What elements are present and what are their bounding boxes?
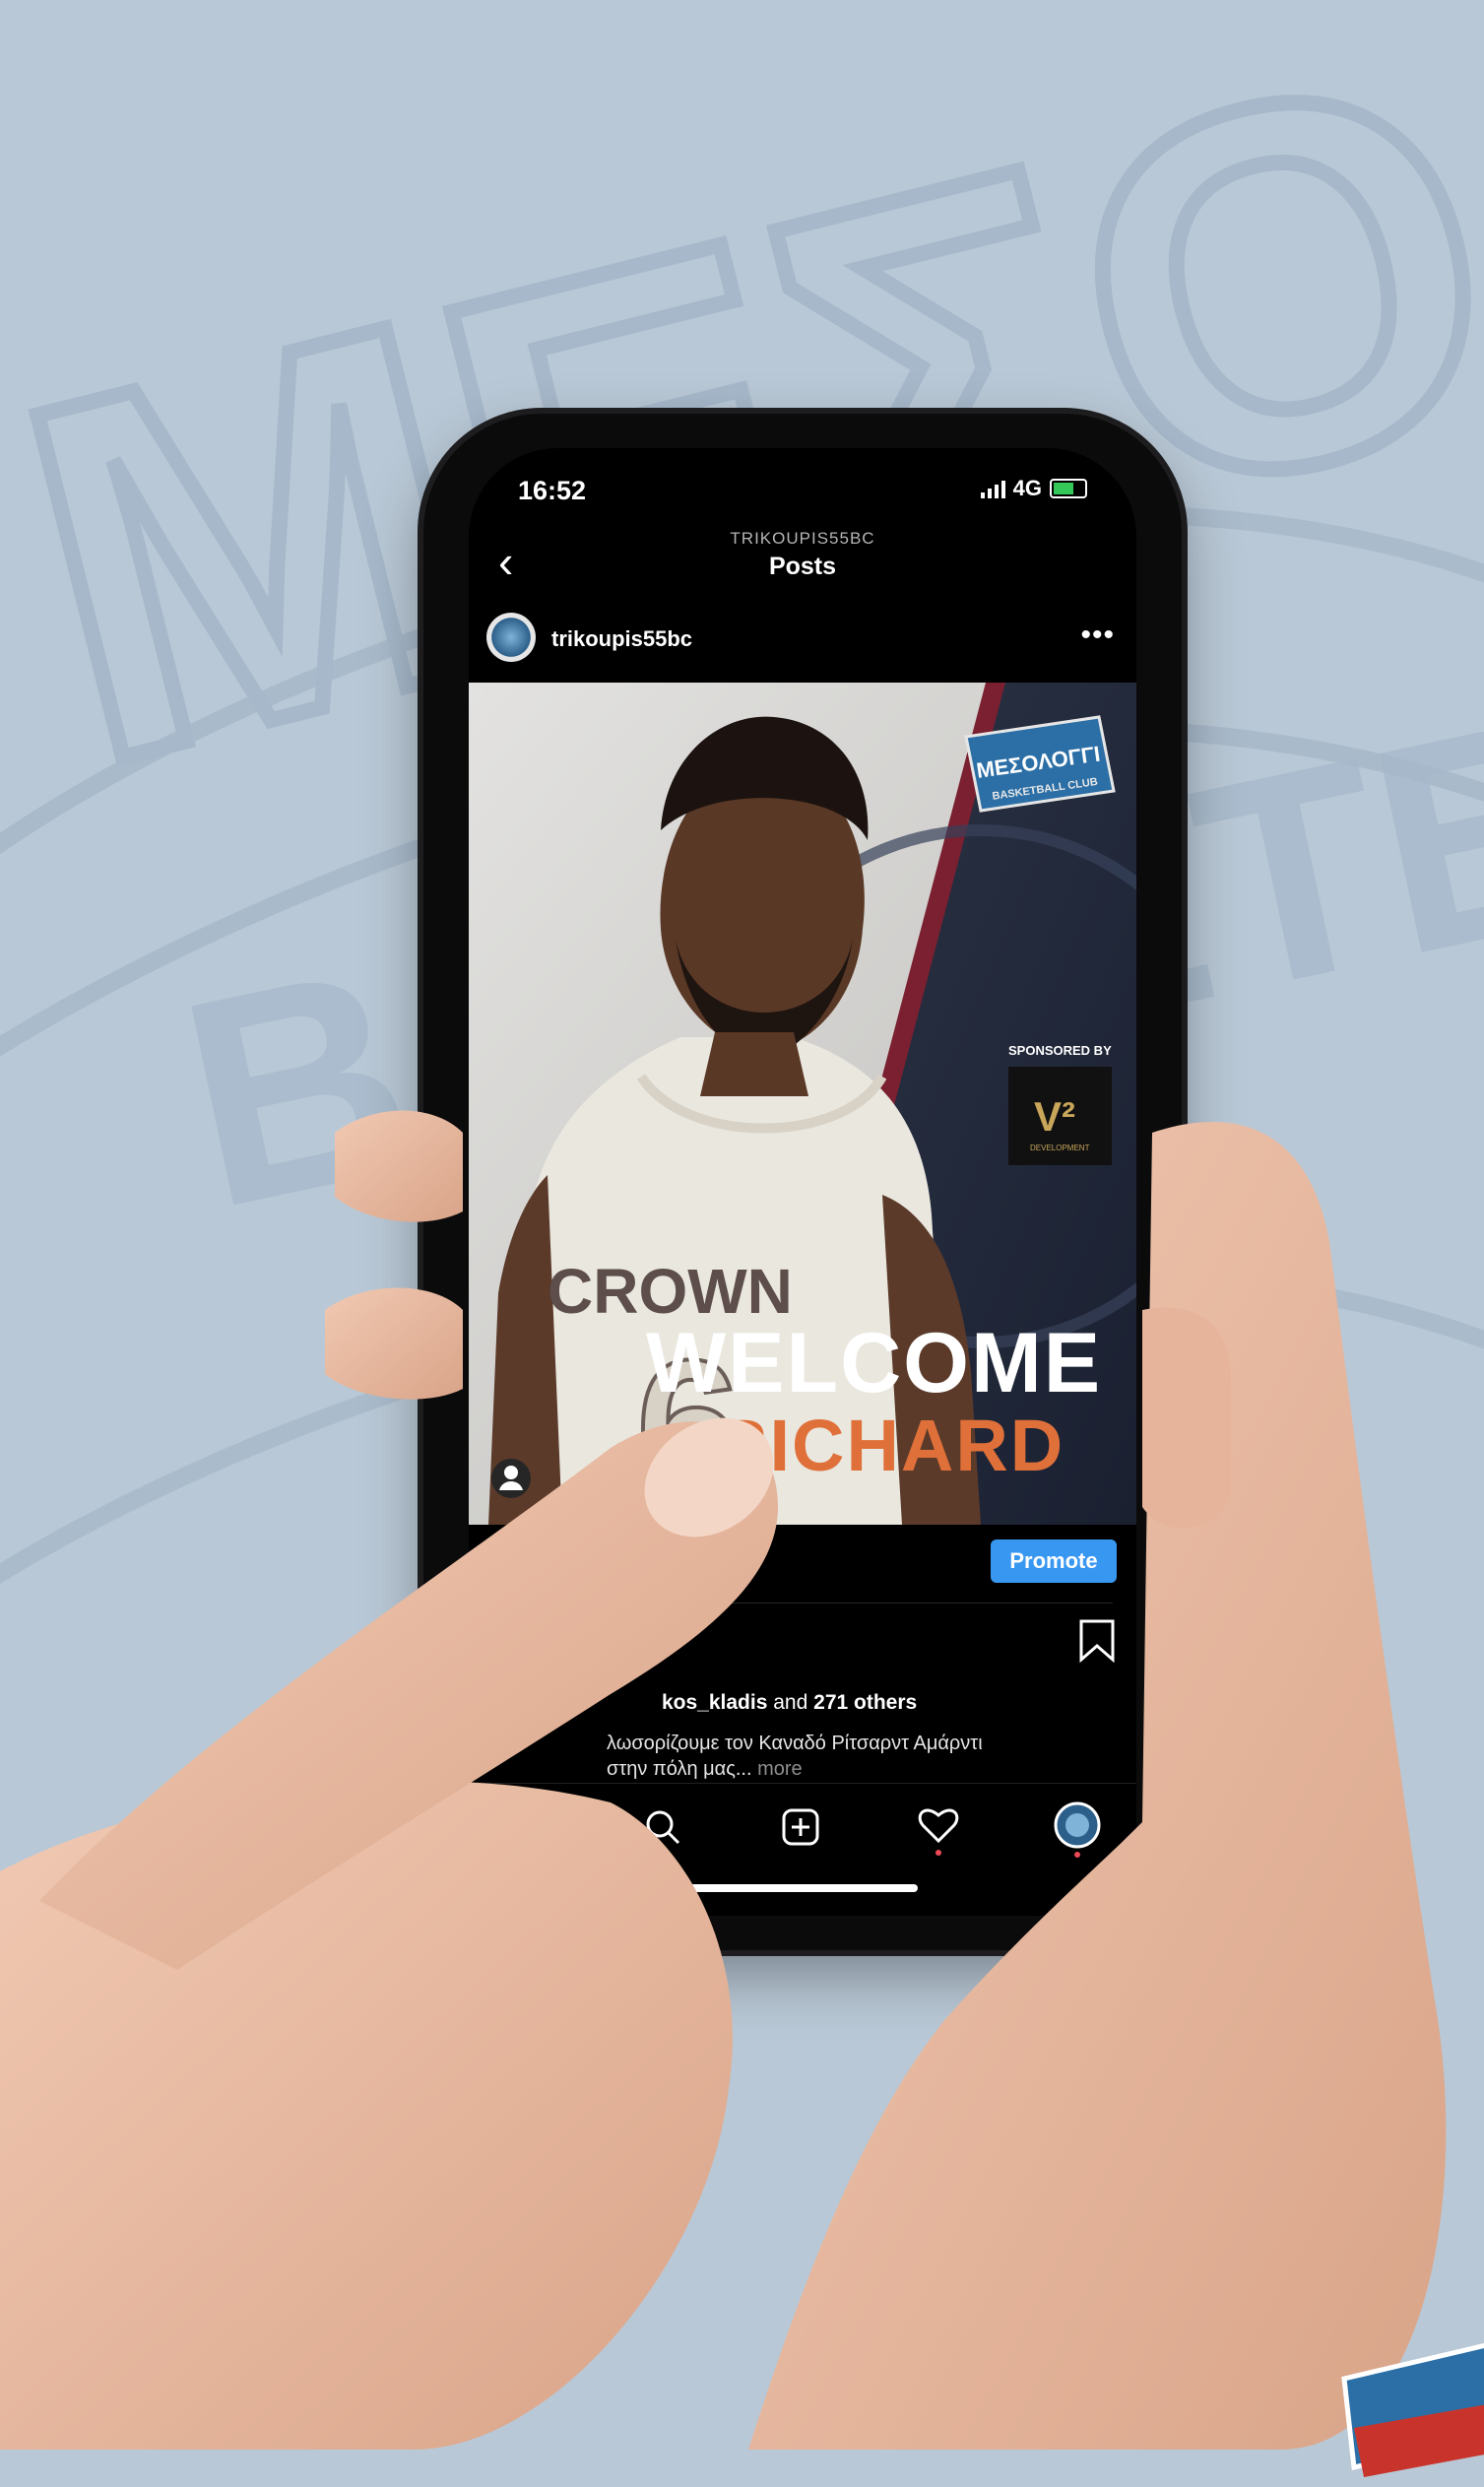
more-options-icon[interactable]: ••• [1080, 619, 1115, 652]
status-indicators: 4G [980, 476, 1087, 501]
post-actions [469, 1610, 1136, 1689]
caption-more-link[interactable]: more [757, 1758, 803, 1780]
signal-icon [980, 479, 1005, 498]
promotion-bar: View In Promote [469, 1530, 1136, 1608]
post-caption: λωσορίζουμε τον Καναδό Ρίτσαρντ Αμάρντι … [607, 1731, 1119, 1782]
caption-line-1: λωσορίζουμε τον Καναδό Ρίτσαρντ Αμάρντι [607, 1733, 983, 1754]
like-heart-icon[interactable] [486, 1622, 530, 1662]
likes-text: kos_kladis and 271 others [662, 1691, 917, 1715]
profile-avatar-icon[interactable] [1052, 1801, 1103, 1859]
nav-bar: ‹ TRIKOUPIS55BC Posts [469, 517, 1136, 596]
account-label: TRIKOUPIS55BC [730, 529, 875, 548]
likes-count[interactable]: 271 others [813, 1691, 917, 1714]
club-corner-logo [1341, 2343, 1484, 2477]
save-bookmark-icon[interactable] [1077, 1618, 1117, 1664]
network-label: 4G [1012, 476, 1042, 500]
sponsored-label: SPONSORED BY [1008, 1043, 1112, 1058]
sponsor-logo: V² [1034, 1093, 1075, 1140]
search-icon[interactable] [641, 1805, 684, 1849]
sponsor-sub: DEVELOPMENT [1030, 1144, 1090, 1152]
status-time: 16:52 [518, 476, 587, 505]
battery-icon [1050, 479, 1087, 498]
post-artwork: CROWN 6 ΜΕΣΟΛΟΓΓΙ BASKETBALL CLUB SPONSO… [469, 683, 1136, 1525]
avatar[interactable] [486, 613, 536, 662]
activity-heart-icon[interactable] [917, 1805, 960, 1857]
promote-button[interactable]: Promote [991, 1539, 1117, 1583]
home-indicator [687, 1884, 918, 1892]
notch [656, 448, 951, 505]
new-post-icon[interactable] [779, 1805, 822, 1849]
home-icon[interactable] [503, 1805, 547, 1849]
page-title: Posts [768, 553, 837, 580]
tab-bar [469, 1783, 1136, 1872]
caption-line-2: στην πόλη μας... [607, 1758, 752, 1780]
post-header: trikoupis55bc ••• [469, 601, 1136, 680]
phone-screen: 16:52 4G ‹ TRIKOUPIS55BC Posts trikoupis… [469, 448, 1136, 1916]
post-image[interactable]: CROWN 6 ΜΕΣΟΛΟΓΓΙ BASKETBALL CLUB SPONSO… [469, 683, 1136, 1525]
headline-welcome: WELCOME [646, 1316, 1102, 1410]
liked-by-user[interactable]: kos_kladis [662, 1691, 767, 1714]
headline-name: RICHARD [715, 1405, 1065, 1486]
likes-and: and [773, 1691, 808, 1714]
view-insights-link[interactable]: View In [492, 1553, 566, 1579]
post-username[interactable]: trikoupis55bc [551, 626, 692, 652]
